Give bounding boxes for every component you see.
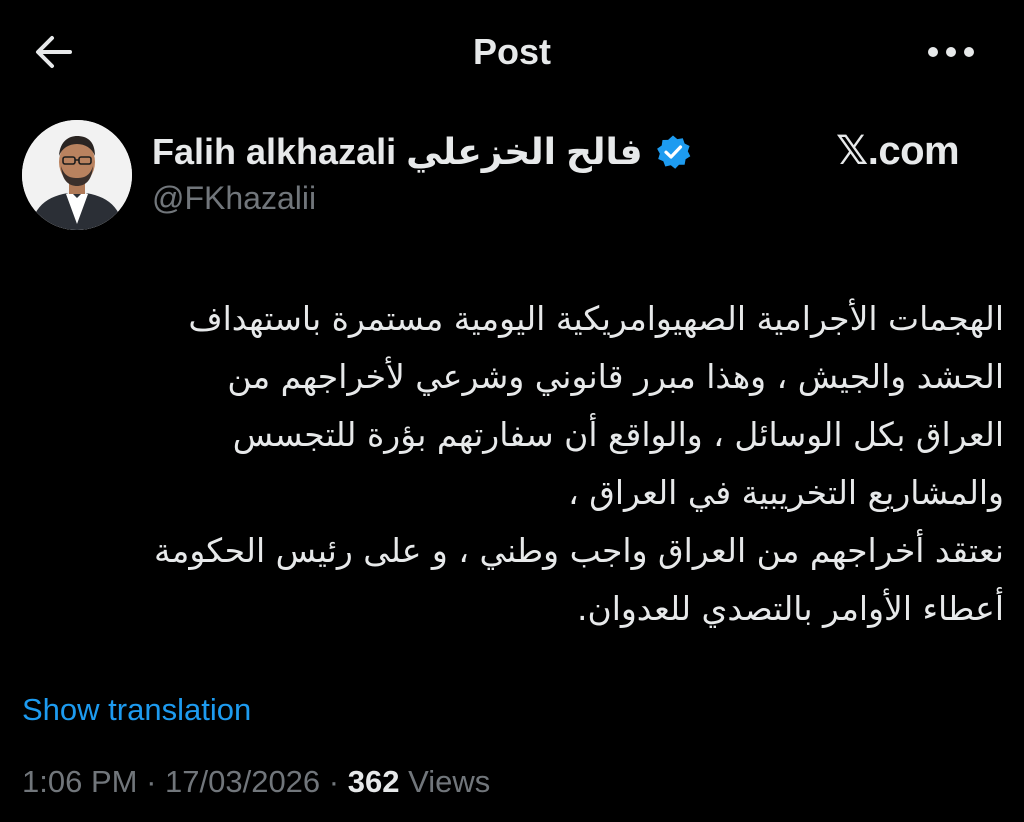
show-translation-link[interactable]: Show translation (22, 688, 251, 732)
author-display-name[interactable]: Falih alkhazali فالح الخزعلي (152, 125, 643, 179)
post-header: Post (0, 0, 1024, 104)
meta-separator: · (137, 764, 166, 799)
watermark: 𝕏 .com (836, 124, 982, 178)
views-count[interactable]: 362 (348, 764, 400, 799)
verified-badge-icon (656, 135, 690, 169)
post-date[interactable]: 17/03/2026 (165, 764, 320, 799)
post-metadata: 1:06 PM · 17/03/2026 · 362 Views (22, 760, 490, 804)
page-title: Post (472, 31, 551, 72)
tweet-line: والمشاريع التخريبية في العراق ، (568, 473, 1004, 512)
x-logo-icon: 𝕏 (836, 129, 868, 173)
tweet-line: نعتقد أخراجهم من العراق واجب وطني ، و عل… (153, 531, 1004, 570)
post-time[interactable]: 1:06 PM (22, 764, 137, 799)
tweet-text: الهجمات الأجرامية الصهيوامريكية اليومية … (22, 290, 1004, 638)
tweet-line: الحشد والجيش ، وهذا مبرر قانوني وشرعي لأ… (227, 357, 1004, 396)
meta-separator: · (320, 764, 348, 799)
tweet-line: الهجمات الأجرامية الصهيوامريكية اليومية … (188, 299, 1004, 338)
tweet-line: أعطاء الأوامر بالتصدي للعدوان. (576, 589, 1004, 628)
views-label[interactable]: Views (399, 764, 490, 799)
avatar[interactable] (22, 120, 132, 230)
watermark-text: .com (867, 128, 960, 173)
author-name-row[interactable]: Falih alkhazali فالح الخزعلي (152, 125, 691, 179)
more-horizontal-icon (928, 47, 974, 57)
profile-photo (22, 120, 132, 230)
tweet-line: العراق بكل الوسائل ، والواقع أن سفارتهم … (232, 415, 1004, 454)
more-options-button[interactable] (918, 30, 984, 74)
author-handle[interactable]: @FKhazalii (152, 176, 316, 220)
